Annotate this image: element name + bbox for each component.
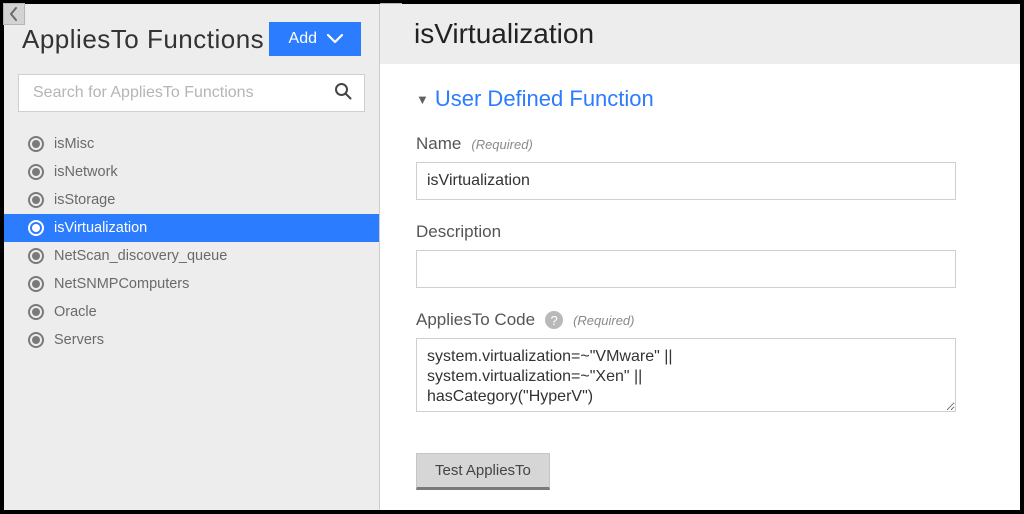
add-button[interactable]: Add: [269, 22, 361, 56]
radio-icon: [28, 304, 44, 320]
code-label: AppliesTo Code: [416, 310, 535, 330]
main-body: ▼ User Defined Function Name (Required) …: [380, 64, 1020, 510]
chevron-left-icon: [9, 7, 19, 21]
code-required: (Required): [573, 313, 634, 328]
radio-icon: [28, 332, 44, 348]
sidebar-header: AppliesTo Functions Add: [4, 4, 379, 66]
name-required: (Required): [471, 137, 532, 152]
field-description: Description: [416, 222, 984, 288]
list-item-label: isMisc: [54, 136, 94, 152]
radio-icon: [28, 248, 44, 264]
function-list: isMisc isNetwork isStorage isVirtualization…: [4, 126, 379, 510]
field-name-label-row: Name (Required): [416, 134, 984, 154]
field-appliesto-code: AppliesTo Code ? (Required): [416, 310, 984, 417]
name-label: Name: [416, 134, 461, 154]
search-box[interactable]: [18, 74, 365, 112]
radio-icon: [28, 276, 44, 292]
section-title: User Defined Function: [435, 86, 654, 112]
radio-icon: [28, 136, 44, 152]
radio-icon: [28, 164, 44, 180]
list-item[interactable]: isNetwork: [4, 158, 379, 186]
radio-icon: [28, 192, 44, 208]
list-item-label: isNetwork: [54, 164, 118, 180]
app-frame: AppliesTo Functions Add isMiscisNetworki…: [0, 0, 1024, 514]
test-appliesto-button[interactable]: Test AppliesTo: [416, 453, 550, 490]
list-item-label: NetScan_discovery_queue: [54, 248, 227, 264]
search-input[interactable]: [31, 83, 334, 103]
name-input[interactable]: [416, 162, 956, 200]
sidebar-title: AppliesTo Functions: [22, 24, 264, 55]
search-container: [4, 66, 379, 126]
code-textarea[interactable]: [416, 338, 956, 412]
list-item[interactable]: NetSNMPComputers: [4, 270, 379, 298]
list-item[interactable]: NetScan_discovery_queue: [4, 242, 379, 270]
list-item-label: NetSNMPComputers: [54, 276, 189, 292]
help-icon[interactable]: ?: [545, 311, 563, 329]
chevron-down-icon: [327, 34, 343, 44]
list-item-label: isStorage: [54, 192, 115, 208]
list-item-label: Oracle: [54, 304, 97, 320]
add-button-label: Add: [289, 30, 317, 48]
list-item[interactable]: isStorage: [4, 186, 379, 214]
list-item-label: isVirtualization: [54, 220, 147, 236]
description-input[interactable]: [416, 250, 956, 288]
list-item[interactable]: isMisc: [4, 130, 379, 158]
sidebar: AppliesTo Functions Add isMiscisNetworki…: [4, 4, 380, 510]
list-item[interactable]: Servers: [4, 326, 379, 354]
triangle-down-icon: ▼: [416, 92, 429, 107]
list-item[interactable]: isVirtualization: [4, 214, 379, 242]
list-item-label: Servers: [54, 332, 104, 348]
field-name: Name (Required): [416, 134, 984, 200]
sidebar-collapse-button[interactable]: [3, 3, 25, 25]
list-item[interactable]: Oracle: [4, 298, 379, 326]
field-code-label-row: AppliesTo Code ? (Required): [416, 310, 984, 330]
search-icon: [334, 82, 352, 105]
main-panel: isVirtualization ▼ User Defined Function…: [380, 4, 1020, 510]
field-description-label-row: Description: [416, 222, 984, 242]
page-title: isVirtualization: [414, 18, 594, 50]
radio-icon: [28, 220, 44, 236]
main-header: isVirtualization: [380, 4, 1020, 64]
description-label: Description: [416, 222, 501, 242]
section-toggle[interactable]: ▼ User Defined Function: [416, 86, 984, 112]
